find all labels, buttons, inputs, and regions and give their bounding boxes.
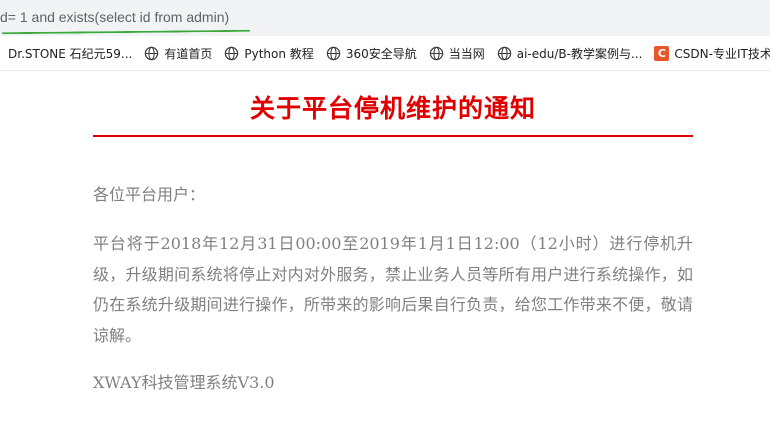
- globe-icon: [145, 46, 159, 60]
- bookmark-ai-edu[interactable]: ai-edu/B-教学案例与...: [497, 36, 643, 70]
- globe-icon: [497, 46, 511, 60]
- bookmark-youdao[interactable]: 有道首页: [144, 36, 212, 70]
- bookmark-label: 360安全导航: [345, 46, 417, 61]
- globe-icon: [326, 46, 341, 60]
- csdn-icon: C: [654, 45, 670, 61]
- bookmarks-bar: Dr.STONE 石纪元59... 有道首页 Python 教程 360安全导航…: [0, 36, 770, 71]
- bookmark-python[interactable]: Python 教程: [224, 36, 314, 70]
- bookmark-label: Dr.STONE 石纪元59...: [8, 46, 133, 61]
- bookmark-csdn[interactable]: C CSDN-专业IT技术: [654, 36, 770, 70]
- notice-body: 平台将于2018年12月31日00:00至2019年1月1日12:00（12小时…: [93, 234, 693, 345]
- bookmark-label: ai-edu/B-教学案例与...: [516, 46, 643, 61]
- url-annotation-underline: [1, 29, 251, 35]
- signature-text: XWAY科技管理系统V3.0: [93, 373, 275, 392]
- page-title: 关于平台停机维护的通知: [249, 94, 536, 123]
- bookmark-label: 有道首页: [164, 46, 213, 61]
- greeting-text: 各位平台用户：: [93, 185, 206, 204]
- bookmark-360[interactable]: 360安全导航: [326, 36, 417, 70]
- bookmark-label: Python 教程: [244, 46, 314, 61]
- globe-icon: [429, 46, 443, 60]
- title-divider: [93, 135, 693, 137]
- notice-content: 关于平台停机维护的通知 各位平台用户： 平台将于2018年12月31日00:00…: [93, 70, 693, 393]
- bookmark-drstone[interactable]: Dr.STONE 石纪元59...: [8, 36, 132, 70]
- address-bar[interactable]: d= 1 and exists(select id from admin): [0, 0, 770, 36]
- url-text[interactable]: d= 1 and exists(select id from admin): [0, 9, 229, 25]
- bookmark-label: CSDN-专业IT技术: [674, 46, 770, 61]
- bookmark-dangdang[interactable]: 当当网: [429, 36, 485, 70]
- bookmark-label: 当当网: [448, 46, 485, 61]
- globe-icon: [225, 46, 239, 60]
